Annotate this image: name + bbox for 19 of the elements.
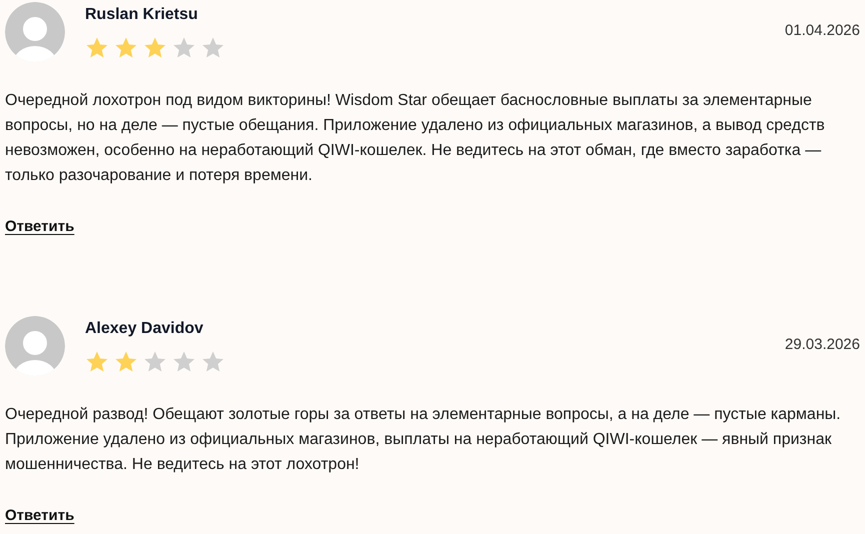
star-icon [201, 350, 225, 374]
star-icon [85, 36, 109, 60]
review-date: 29.03.2026 [784, 336, 860, 353]
reply-link[interactable]: Ответить [5, 507, 74, 524]
star-icon [143, 36, 167, 60]
review-text: Очередной лохотрон под видом викторины! Wisdom Star обещает баснословные выплаты за элементарные вопросы, но на деле — пустые обещания. Приложение удалено из официальных магазинов, а вывод средств невозможен, особенно на неработающий QIWI-кошелек. Не ведитесь на этот обман, где вместо заработка — только разочарование и потеря времени. [5, 91, 826, 186]
star-icon [172, 350, 196, 374]
star-icon [114, 350, 138, 374]
star-icon [143, 350, 167, 374]
author-name: Ruslan Krietsu [85, 6, 199, 24]
avatar-icon [5, 316, 65, 376]
star-icon [114, 36, 138, 60]
star-icon [172, 36, 196, 60]
author-name: Alexey Davidov [85, 320, 204, 338]
review-text: Очередной развод! Обещают золотые горы за ответы на элементарные вопросы, а на деле — пустые карманы. Приложение удалено из официальных магазинов, выплаты на неработающий QIWI-кошелек — явный признак мошенничества. Не ведитесь на этот лохотрон! [5, 405, 842, 475]
review-date: 01.04.2026 [784, 22, 860, 39]
star-icon [201, 36, 225, 60]
reply-link[interactable]: Ответить [5, 218, 74, 235]
star-icon [85, 350, 109, 374]
